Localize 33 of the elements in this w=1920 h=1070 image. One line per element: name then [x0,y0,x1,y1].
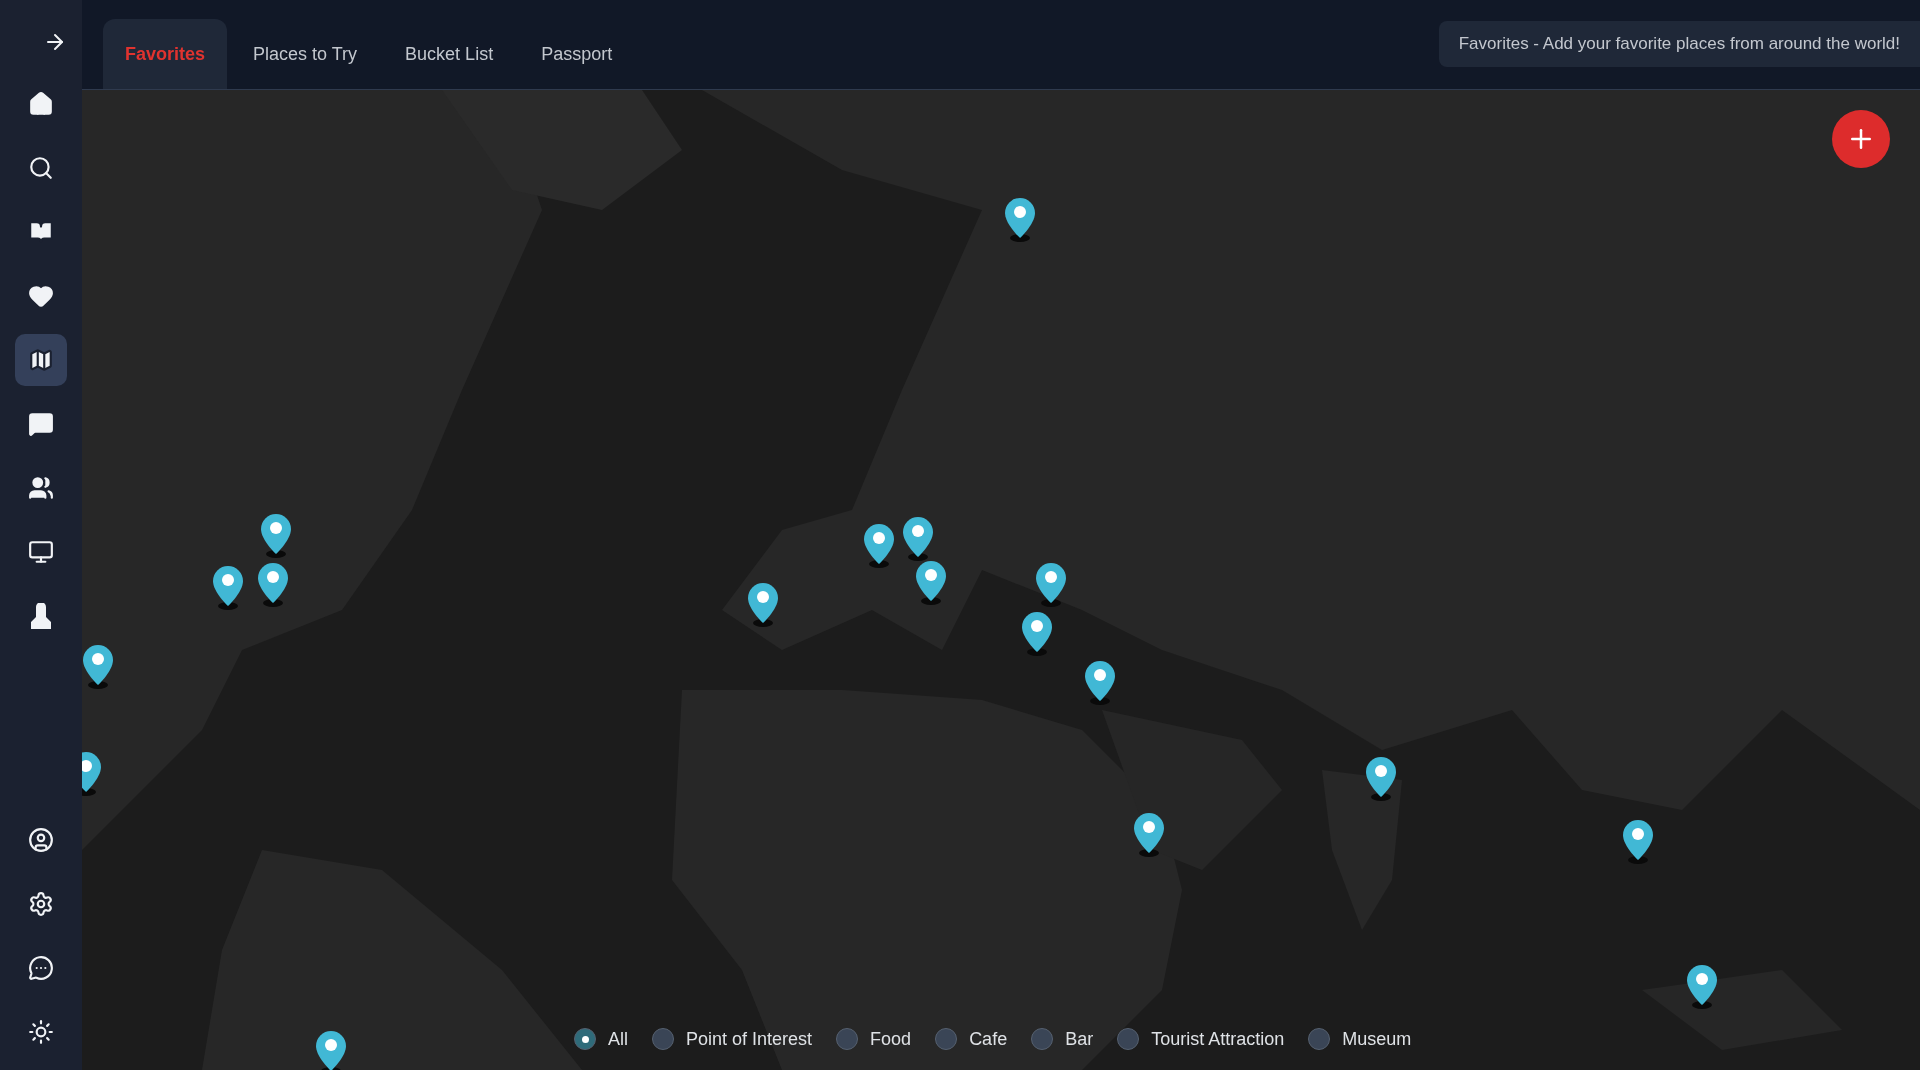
chat-dots-icon [28,955,54,981]
heart-icon [28,283,54,309]
search-icon [28,155,54,181]
filter-option[interactable]: Food [836,1028,912,1050]
filter-option[interactable]: Cafe [935,1028,1008,1050]
sun-icon [28,1019,54,1045]
filter-option[interactable]: Bar [1031,1028,1094,1050]
filter-option[interactable]: Museum [1308,1028,1412,1050]
user-icon [28,827,54,853]
filter-label: All [608,1028,628,1050]
settings-icon [28,891,54,917]
map-pin[interactable] [1002,196,1038,243]
sidebar-item[interactable] [15,334,67,386]
filter-label: Point of Interest [686,1028,813,1050]
filter-option[interactable]: Tourist Attraction [1117,1028,1285,1050]
pawn-icon [30,603,52,629]
home-icon [28,91,54,117]
filter-option[interactable]: All [574,1028,628,1050]
map-icon [28,347,54,373]
filter-label: Cafe [969,1028,1008,1050]
chat-bubble-icon [28,411,54,437]
map-pin[interactable] [82,643,116,690]
tab[interactable]: Passport [519,19,635,89]
filter-label: Food [870,1028,912,1050]
tab[interactable]: Bucket List [383,19,516,89]
filter-option[interactable]: Point of Interest [652,1028,813,1050]
monitor-icon [28,539,54,565]
filter-label: Bar [1065,1028,1094,1050]
filter-label: Museum [1342,1028,1412,1050]
tab[interactable]: Places to Try [231,19,380,89]
page-description: Favorites - Add your favorite places from around the world! [1438,21,1920,67]
people-icon [28,475,54,501]
filter-label: Tourist Attraction [1151,1028,1285,1050]
